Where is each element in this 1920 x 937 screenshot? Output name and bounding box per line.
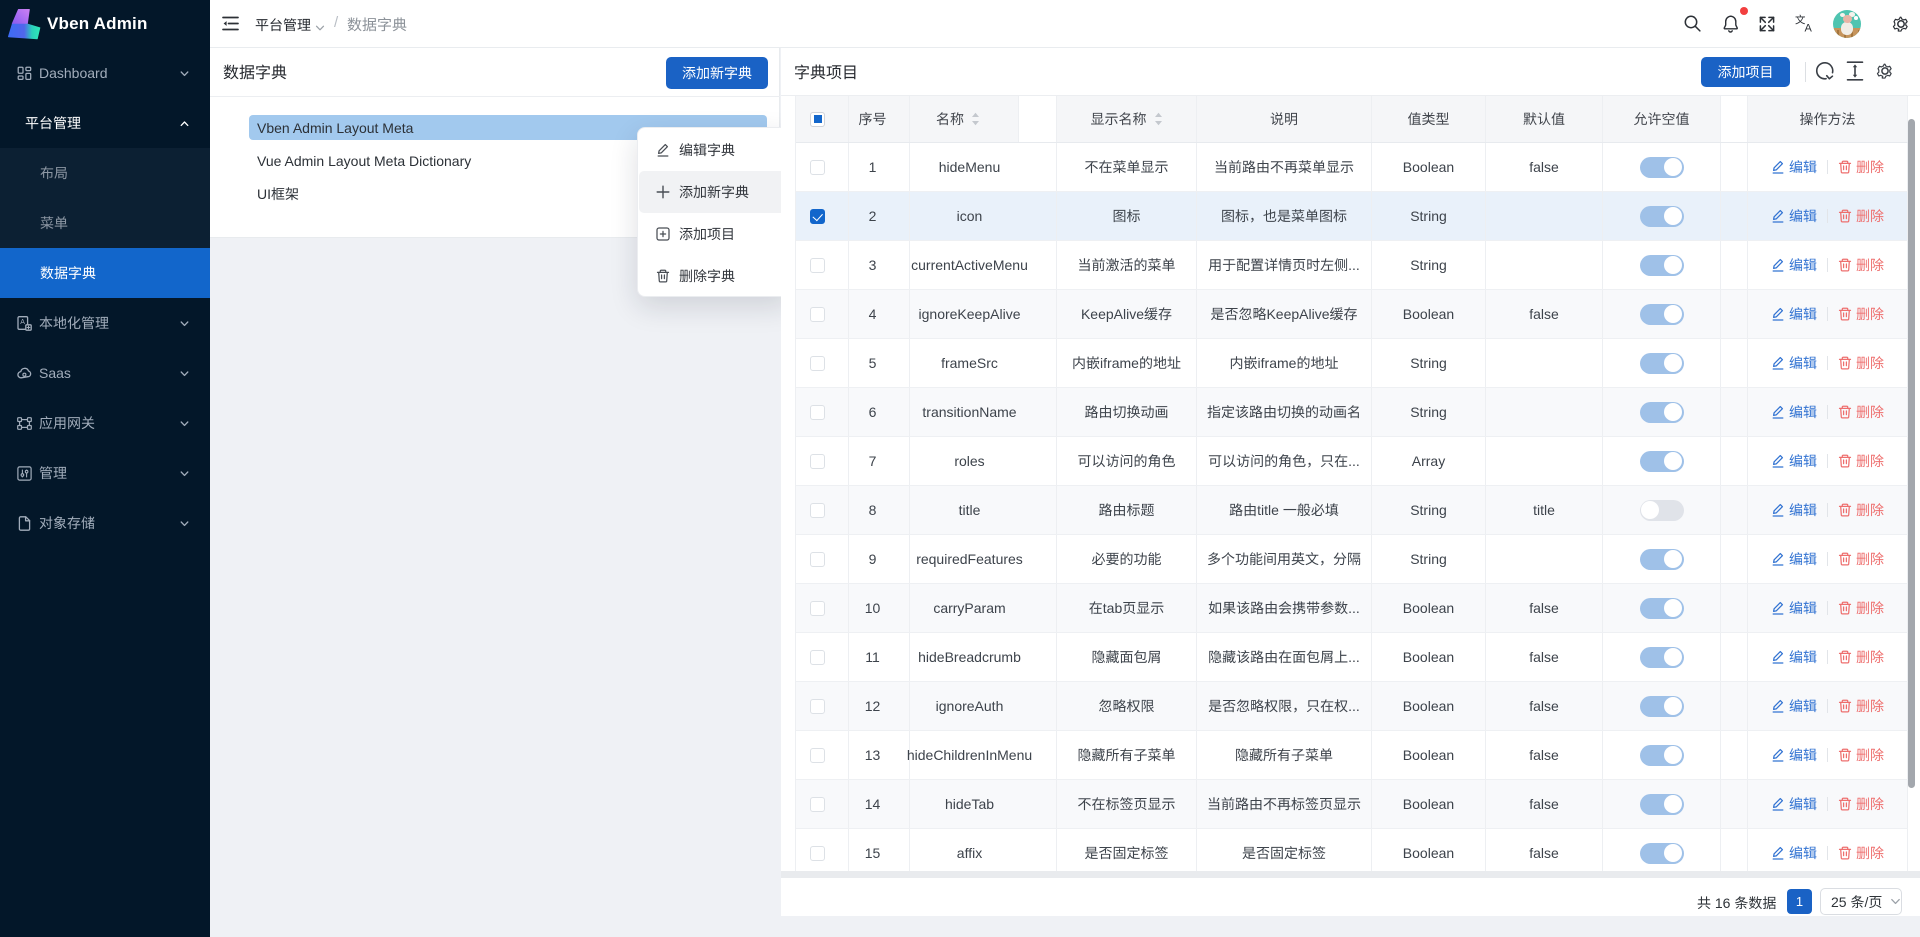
svg-text:A: A <box>1805 23 1813 34</box>
svg-text:A: A <box>20 319 25 326</box>
